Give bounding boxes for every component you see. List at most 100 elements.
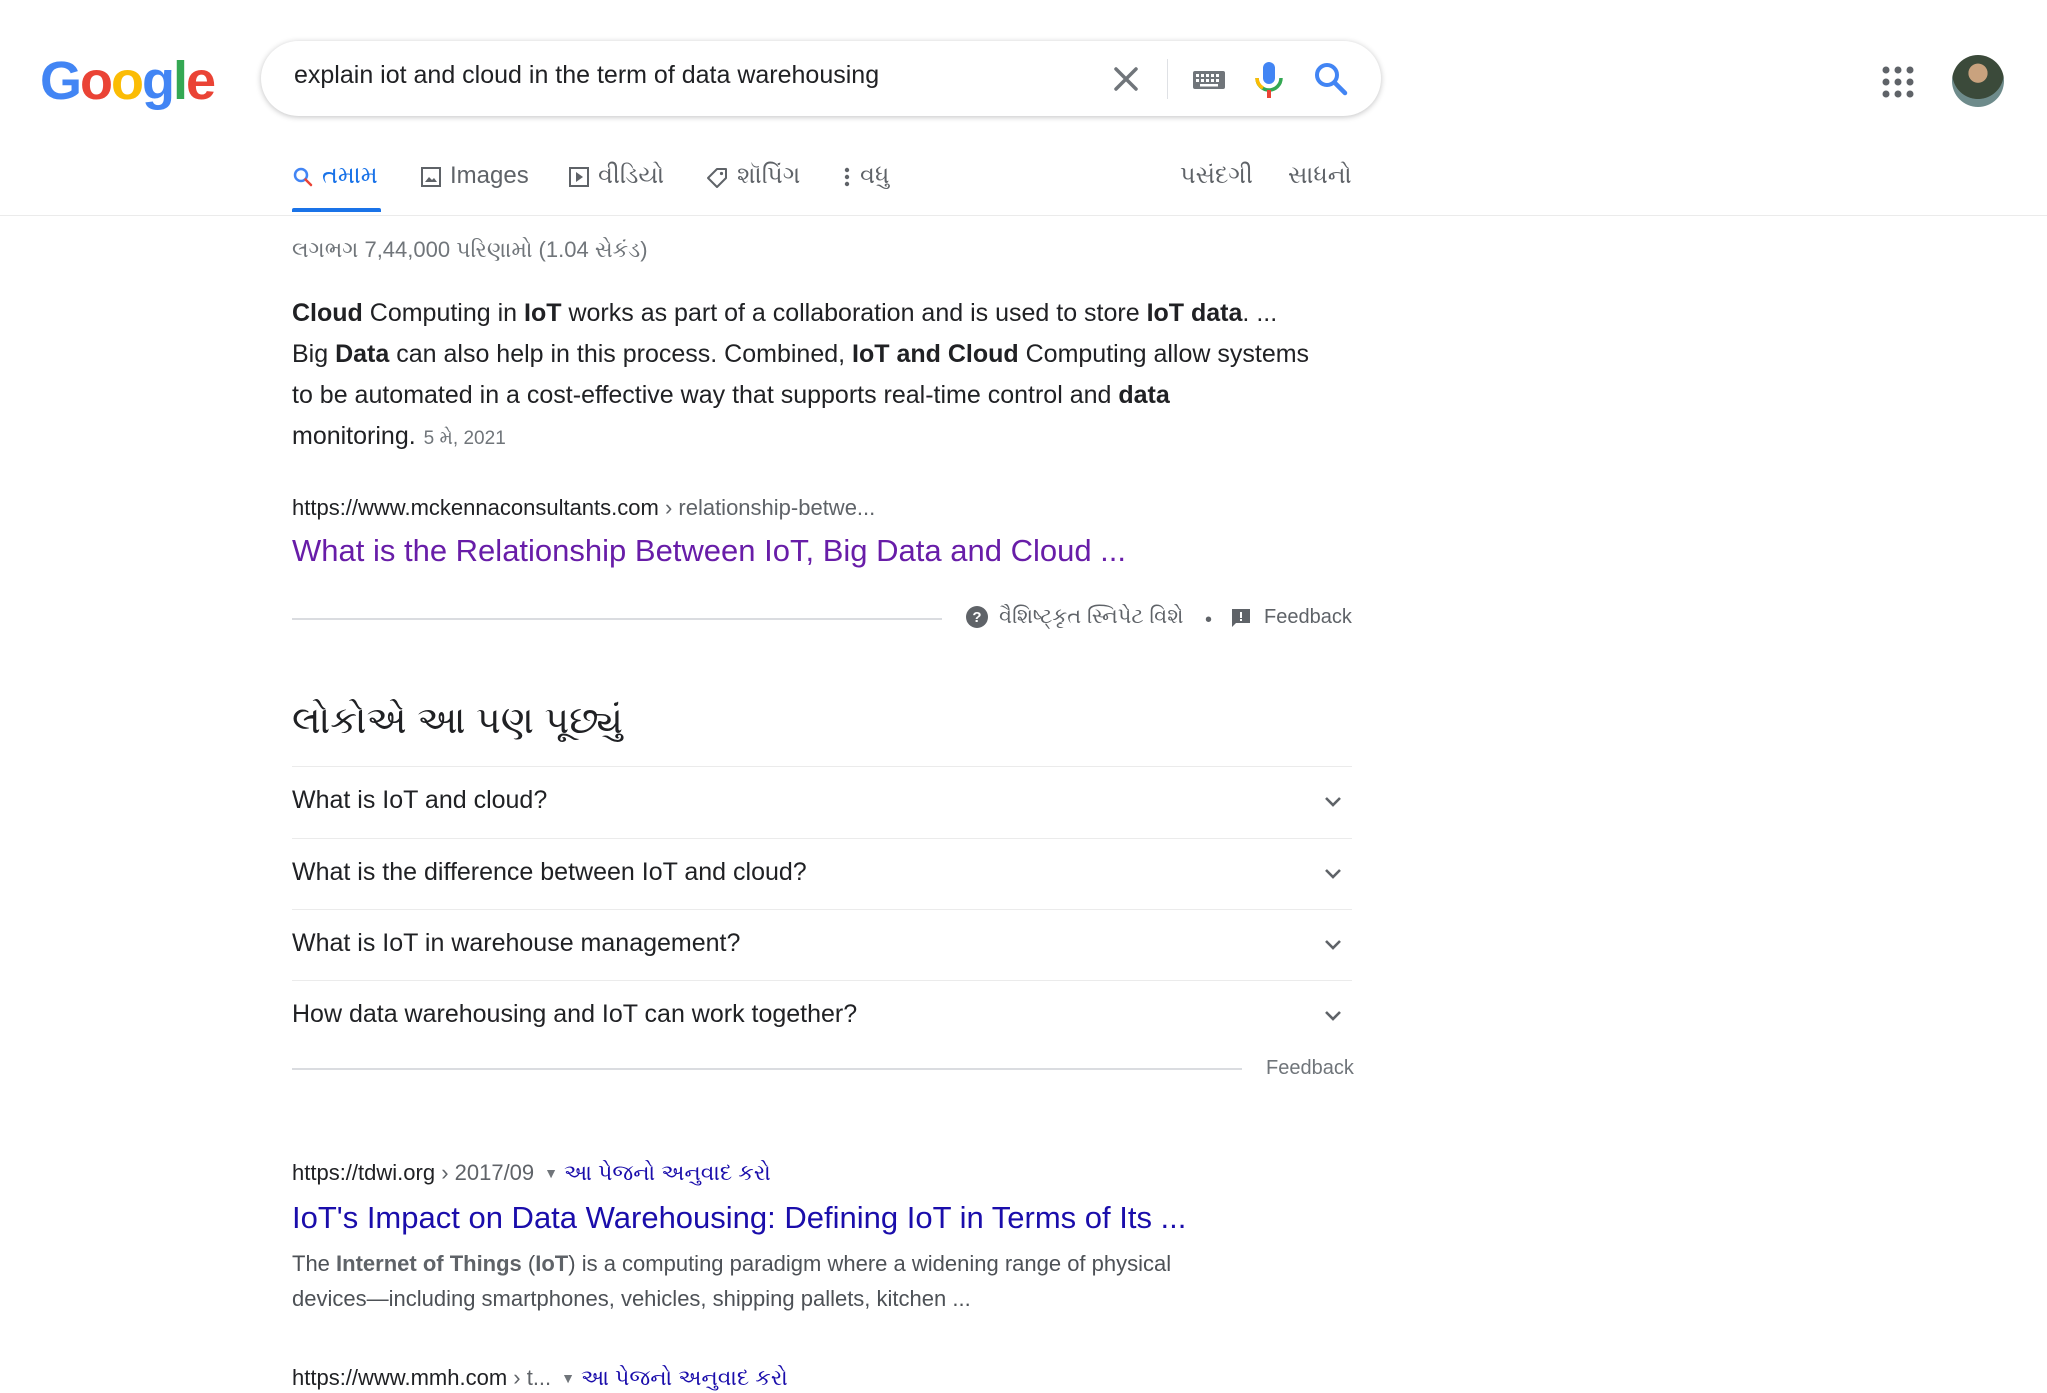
paa-question[interactable]: How data warehousing and IoT can work to… [292, 980, 1352, 1051]
snippet-segment: IoT [524, 299, 562, 327]
caret-down-icon[interactable]: ▼ [544, 1165, 558, 1181]
people-also-ask-title: લોકોએ આ પણ પૂછ્યું [292, 700, 623, 742]
paa-question[interactable]: What is IoT and cloud? [292, 766, 1352, 837]
featured-snippet-text: Cloud Computing in IoT works as part of … [292, 293, 1352, 459]
translate-page-link[interactable]: આ પેજનો અનુવાદ કરો [581, 1365, 788, 1390]
snippet-segment: Computing allow systems [1018, 340, 1310, 368]
tools-button[interactable]: સાધનો [1288, 162, 1352, 214]
cite-path: › t... [507, 1365, 552, 1390]
logo-letter: G [40, 51, 82, 111]
search-input[interactable]: explain iot and cloud in the term of dat… [294, 61, 879, 90]
snippet-segment: IoT data [1146, 299, 1243, 327]
svg-text:?: ? [972, 609, 981, 626]
tab-label: તમામ [322, 162, 378, 189]
snippet-segment: can also help in this process. Combined, [389, 340, 853, 368]
tab-label: સાધનો [1288, 162, 1352, 189]
tab-more[interactable]: વધુ [842, 162, 889, 214]
description-line: devices—including smartphones, vehicles,… [292, 1286, 971, 1311]
tab-label: Images [450, 162, 529, 189]
paa-feedback-button[interactable]: Feedback [1266, 1057, 1354, 1080]
paa-divider [292, 1068, 1242, 1070]
paa-question-text: What is the difference between IoT and c… [292, 858, 807, 886]
paa-question-text: How data warehousing and IoT can work to… [292, 1000, 858, 1028]
account-avatar[interactable] [1952, 55, 2004, 107]
snippet-segment: IoT and Cloud [852, 340, 1019, 368]
feedback-label: Feedback [1264, 606, 1352, 628]
tab-label: વધુ [860, 162, 890, 189]
snippet-line: Big Data can also help in this process. … [292, 334, 1352, 375]
desc-segment: The [292, 1251, 337, 1276]
close-icon [1114, 67, 1138, 91]
description-line: The Internet of Things (IoT) is a comput… [292, 1246, 1272, 1281]
snippet-segment: data [1118, 381, 1170, 409]
keyboard-icon [1193, 71, 1225, 89]
feedback-icon [1232, 608, 1250, 627]
tab-videos[interactable]: વીડિયો [568, 162, 664, 214]
image-icon [421, 167, 441, 187]
tab-label: શૉપિંગ [737, 162, 801, 189]
video-icon [569, 167, 589, 187]
logo-letter: e [186, 51, 216, 111]
caret-down-icon[interactable]: ▼ [561, 1370, 575, 1386]
clear-search-button[interactable] [1106, 59, 1146, 99]
result-stats: લગભગ 7,44,000 પરિણામો (1.04 સેકંડ) [292, 237, 648, 262]
snippet-line: Cloud Computing in IoT works as part of … [292, 293, 1352, 334]
apps-grid-icon [1882, 66, 1914, 98]
result-title-link[interactable]: IoT's Impact on Data Warehousing: Defini… [292, 1200, 1186, 1236]
more-vertical-icon [844, 167, 850, 187]
tab-images[interactable]: Images [420, 162, 529, 214]
chevron-down-icon [1325, 797, 1341, 807]
logo-letter: l [173, 51, 188, 111]
search-divider [1167, 59, 1168, 99]
google-logo[interactable]: Google [40, 50, 216, 112]
chevron-down-icon [1325, 1011, 1341, 1021]
paa-question[interactable]: What is IoT in warehouse management? [292, 909, 1352, 980]
paa-question-text: What is IoT and cloud? [292, 786, 548, 814]
chevron-down-icon [1325, 940, 1341, 950]
featured-result-link[interactable]: What is the Relationship Between IoT, Bi… [292, 533, 1126, 569]
cite-path: › 2017/09 [435, 1160, 535, 1185]
search-box[interactable]: explain iot and cloud in the term of dat… [261, 41, 1381, 116]
logo-letter: o [80, 51, 113, 111]
about-label: વૈશિષ્ટ્કૃત સ્નિપેટ વિશે [999, 605, 1184, 628]
cite-domain: https://www.mmh.com [292, 1365, 508, 1390]
paa-question[interactable]: What is the difference between IoT and c… [292, 838, 1352, 909]
logo-letter: o [111, 51, 144, 111]
desc-segment: ( [521, 1251, 536, 1276]
snippet-line: to be automated in a cost-effective way … [292, 375, 1352, 416]
search-submit-button[interactable] [1311, 59, 1351, 99]
snippet-segment: monitoring. [292, 422, 416, 450]
snippet-segment: Big [292, 340, 336, 368]
chevron-down-icon [1325, 869, 1341, 879]
cite-path: › relationship-betwe... [658, 495, 876, 520]
snippet-segment: . ... [1242, 299, 1278, 327]
separator-dot: • [1205, 609, 1213, 631]
keyboard-button[interactable] [1189, 63, 1229, 97]
desc-segment: Internet of Things [336, 1251, 522, 1276]
snippet-divider [292, 618, 942, 620]
snippet-segment: Data [335, 340, 390, 368]
result-cite: https://www.mmh.com › t... ▼ આ પેજનો અનુવા… [292, 1365, 788, 1391]
snippet-line: monitoring. 5 મે, 2021 [292, 416, 1352, 459]
google-apps-button[interactable] [1880, 64, 1916, 100]
snippet-date: 5 મે, 2021 [423, 428, 506, 449]
active-tab-indicator [292, 208, 381, 212]
result-cite: https://www.mckennaconsultants.com › rel… [292, 495, 875, 521]
desc-segment: ) is a computing paradigm where a wideni… [568, 1251, 1172, 1276]
logo-letter: g [142, 51, 175, 111]
preferences-link[interactable]: પસંદગી [1180, 162, 1253, 214]
result-description: The Internet of Things (IoT) is a comput… [292, 1246, 1272, 1316]
snippet-segment: works as part of a collaboration and is … [561, 299, 1147, 327]
about-featured-snippet-link[interactable]: ? વૈશિષ્ટ્કૃત સ્નિપેટ વિશે [965, 605, 1183, 629]
desc-segment: IoT [535, 1251, 569, 1276]
paa-question-text: What is IoT in warehouse management? [292, 929, 741, 957]
snippet-segment: Computing in [362, 299, 525, 327]
search-icon [1315, 63, 1348, 96]
tab-label: વીડિયો [598, 162, 665, 189]
tab-all[interactable]: તમામ [292, 162, 378, 214]
search-icon [293, 167, 313, 187]
snippet-feedback-button[interactable]: Feedback [1230, 606, 1352, 629]
translate-page-link[interactable]: આ પેજનો અનુવાદ કરો [564, 1160, 771, 1185]
tab-shopping[interactable]: શૉપિંગ [705, 162, 800, 214]
voice-search-button[interactable] [1251, 59, 1287, 101]
